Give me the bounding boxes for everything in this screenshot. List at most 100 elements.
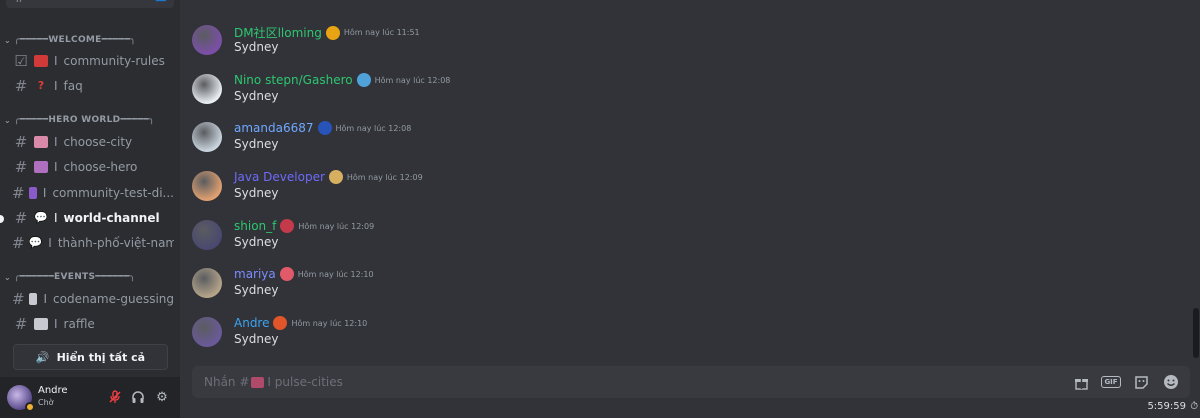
message-item[interactable]: Java Developer Hôm nay lúc 12:09 Sydney: [192, 170, 1182, 217]
author-name[interactable]: shion_f: [234, 219, 276, 233]
author-name[interactable]: Nino stepn/Gashero: [234, 73, 353, 87]
channel-label: world-channel: [63, 211, 160, 225]
city-emoji-icon: [251, 376, 265, 388]
channel-item-codename-guessing[interactable]: # I codename-guessing: [8, 288, 174, 310]
user-status: Chờ: [38, 398, 54, 407]
add-member-icon[interactable]: 👤: [154, 0, 168, 2]
sticker-icon[interactable]: [1132, 373, 1150, 391]
author-name[interactable]: DM社区lloming: [234, 24, 322, 41]
author-avatar[interactable]: [192, 171, 222, 201]
channel-separator: I: [48, 236, 52, 250]
channel-separator: I: [43, 292, 48, 306]
message-timestamp: Hôm nay lúc 12:09: [298, 221, 375, 231]
gift-icon[interactable]: [1072, 373, 1090, 391]
rules-icon: ☑: [14, 52, 28, 70]
channel-separator: I: [54, 135, 58, 149]
scrollbar-thumb[interactable]: [1193, 308, 1199, 358]
game-emoji-icon: [28, 187, 37, 199]
hash-icon: #: [14, 315, 28, 333]
channel-label: codename-guessing: [53, 292, 174, 306]
message-header: Andre Hôm nay lúc 12:10: [234, 316, 367, 330]
role-badge-icon[interactable]: [273, 316, 288, 330]
speaker-icon: 🔊: [35, 350, 50, 364]
message-item[interactable]: amanda6687 Hôm nay lúc 12:08 Sydney: [192, 121, 1182, 168]
mic-muted-icon[interactable]: [106, 388, 124, 406]
category-events[interactable]: ⌄ ╭━━━━━━ EVENTS ━━━━━━╮: [4, 269, 135, 285]
user-panel: Andre Chờ ⚙: [0, 377, 180, 418]
message-input[interactable]: Nhắn # I pulse-cities GIF: [192, 366, 1190, 398]
message-text: Sydney: [234, 235, 279, 249]
channel-separator: I: [54, 160, 58, 174]
category-welcome[interactable]: ⌄ ╭━━━━━ WELCOME ━━━━━╮: [4, 32, 136, 48]
author-name[interactable]: Andre: [234, 316, 269, 330]
author-avatar[interactable]: [192, 220, 222, 250]
author-name[interactable]: Java Developer: [234, 170, 325, 184]
channel-label: choose-city: [63, 135, 133, 149]
channel-separator: I: [54, 211, 58, 225]
channel-item-choose-hero[interactable]: # I choose-hero: [8, 156, 174, 178]
author-name[interactable]: amanda6687: [234, 121, 314, 135]
hash-icon: #: [14, 158, 28, 176]
emoji-smile-icon[interactable]: [1162, 373, 1180, 391]
message-text: Sydney: [234, 186, 279, 200]
message-text: Sydney: [234, 137, 279, 151]
channel-item-thanh-pho-viet-nam[interactable]: # 💬 I thành-phố-việt-nam: [8, 232, 174, 254]
channel-label: choose-hero: [63, 160, 138, 174]
message-item[interactable]: Nino stepn/Gashero Hôm nay lúc 12:08 Sydne…: [192, 73, 1182, 120]
speech-bubble-icon: 💬: [34, 211, 48, 224]
category-decor: ━━━━━╮: [101, 35, 136, 45]
author-avatar[interactable]: [192, 268, 222, 298]
channel-separator: I: [54, 317, 58, 331]
role-badge-icon[interactable]: [279, 267, 294, 281]
channel-item-raffle[interactable]: # I raffle: [8, 313, 174, 335]
book-emoji-icon: [34, 55, 48, 67]
role-badge-icon[interactable]: [328, 170, 343, 184]
hash-icon: #: [12, 290, 25, 308]
channel-sidebar: # 👤 ⌄ ╭━━━━━ WELCOME ━━━━━╮ ☑ I communit…: [0, 0, 180, 418]
message-item[interactable]: DM社区lloming Hôm nay lúc 11:51 Sydney: [192, 25, 1182, 71]
castle-emoji-icon: [34, 136, 48, 148]
category-decor: ╭━━━━━: [14, 35, 49, 45]
message-item[interactable]: mariya Hôm nay lúc 12:10 Sydney: [192, 267, 1182, 314]
channel-item-choose-city[interactable]: # I choose-city: [8, 131, 174, 153]
message-item[interactable]: Andre Hôm nay lúc 12:10 Sydney: [192, 316, 1182, 363]
show-all-button[interactable]: 🔊 Hiển thị tất cả: [13, 344, 168, 370]
dice-emoji-icon: [34, 318, 48, 330]
channel-separator: I: [54, 79, 58, 93]
role-badge-icon[interactable]: [280, 219, 295, 233]
question-mark-icon: ?: [37, 79, 45, 92]
author-avatar[interactable]: [192, 122, 222, 152]
message-header: amanda6687 Hôm nay lúc 12:08: [234, 121, 411, 135]
category-hero-world[interactable]: ⌄ ╭━━━━━ HERO WORLD ━━━━━╮: [4, 112, 155, 128]
gear-icon[interactable]: ⚙: [153, 388, 171, 406]
role-badge-icon[interactable]: [325, 25, 340, 40]
channel-item-pulse-cities[interactable]: # 👤: [6, 0, 174, 8]
category-decor: ━━━━━━╮: [95, 272, 136, 282]
gif-icon[interactable]: GIF: [1101, 373, 1121, 391]
channel-item-community-rules[interactable]: ☑ I community-rules: [8, 50, 174, 72]
channel-item-community-test[interactable]: # I community-test-di...: [8, 182, 174, 204]
channel-label: community-rules: [63, 54, 165, 68]
message-timestamp: Hôm nay lúc 11:51: [343, 28, 420, 37]
author-name[interactable]: mariya: [234, 267, 276, 281]
author-avatar[interactable]: [192, 25, 222, 55]
headphones-icon[interactable]: [129, 388, 147, 406]
hero-emoji-icon: [34, 161, 48, 173]
author-avatar[interactable]: [192, 317, 222, 347]
author-avatar[interactable]: [192, 74, 222, 104]
channel-item-faq[interactable]: # ? I faq: [8, 75, 174, 97]
message-text: Sydney: [234, 40, 279, 54]
message-timestamp: Hôm nay lúc 12:09: [346, 172, 423, 182]
user-name[interactable]: Andre: [38, 385, 68, 396]
chevron-down-icon: ⌄: [4, 272, 12, 282]
message-text: Sydney: [234, 283, 279, 297]
message-header: shion_f Hôm nay lúc 12:09: [234, 219, 374, 233]
category-decor: ╭━━━━━━: [14, 272, 55, 282]
channel-item-world-channel[interactable]: # 💬 I world-channel: [8, 207, 174, 229]
message-text: Sydney: [234, 89, 279, 103]
role-badge-icon[interactable]: [356, 73, 371, 87]
message-item[interactable]: shion_f Hôm nay lúc 12:09 Sydney: [192, 219, 1182, 266]
message-input-placeholder: Nhắn # I pulse-cities: [204, 375, 343, 389]
chevron-down-icon: ⌄: [4, 35, 12, 45]
role-badge-icon[interactable]: [317, 121, 332, 135]
